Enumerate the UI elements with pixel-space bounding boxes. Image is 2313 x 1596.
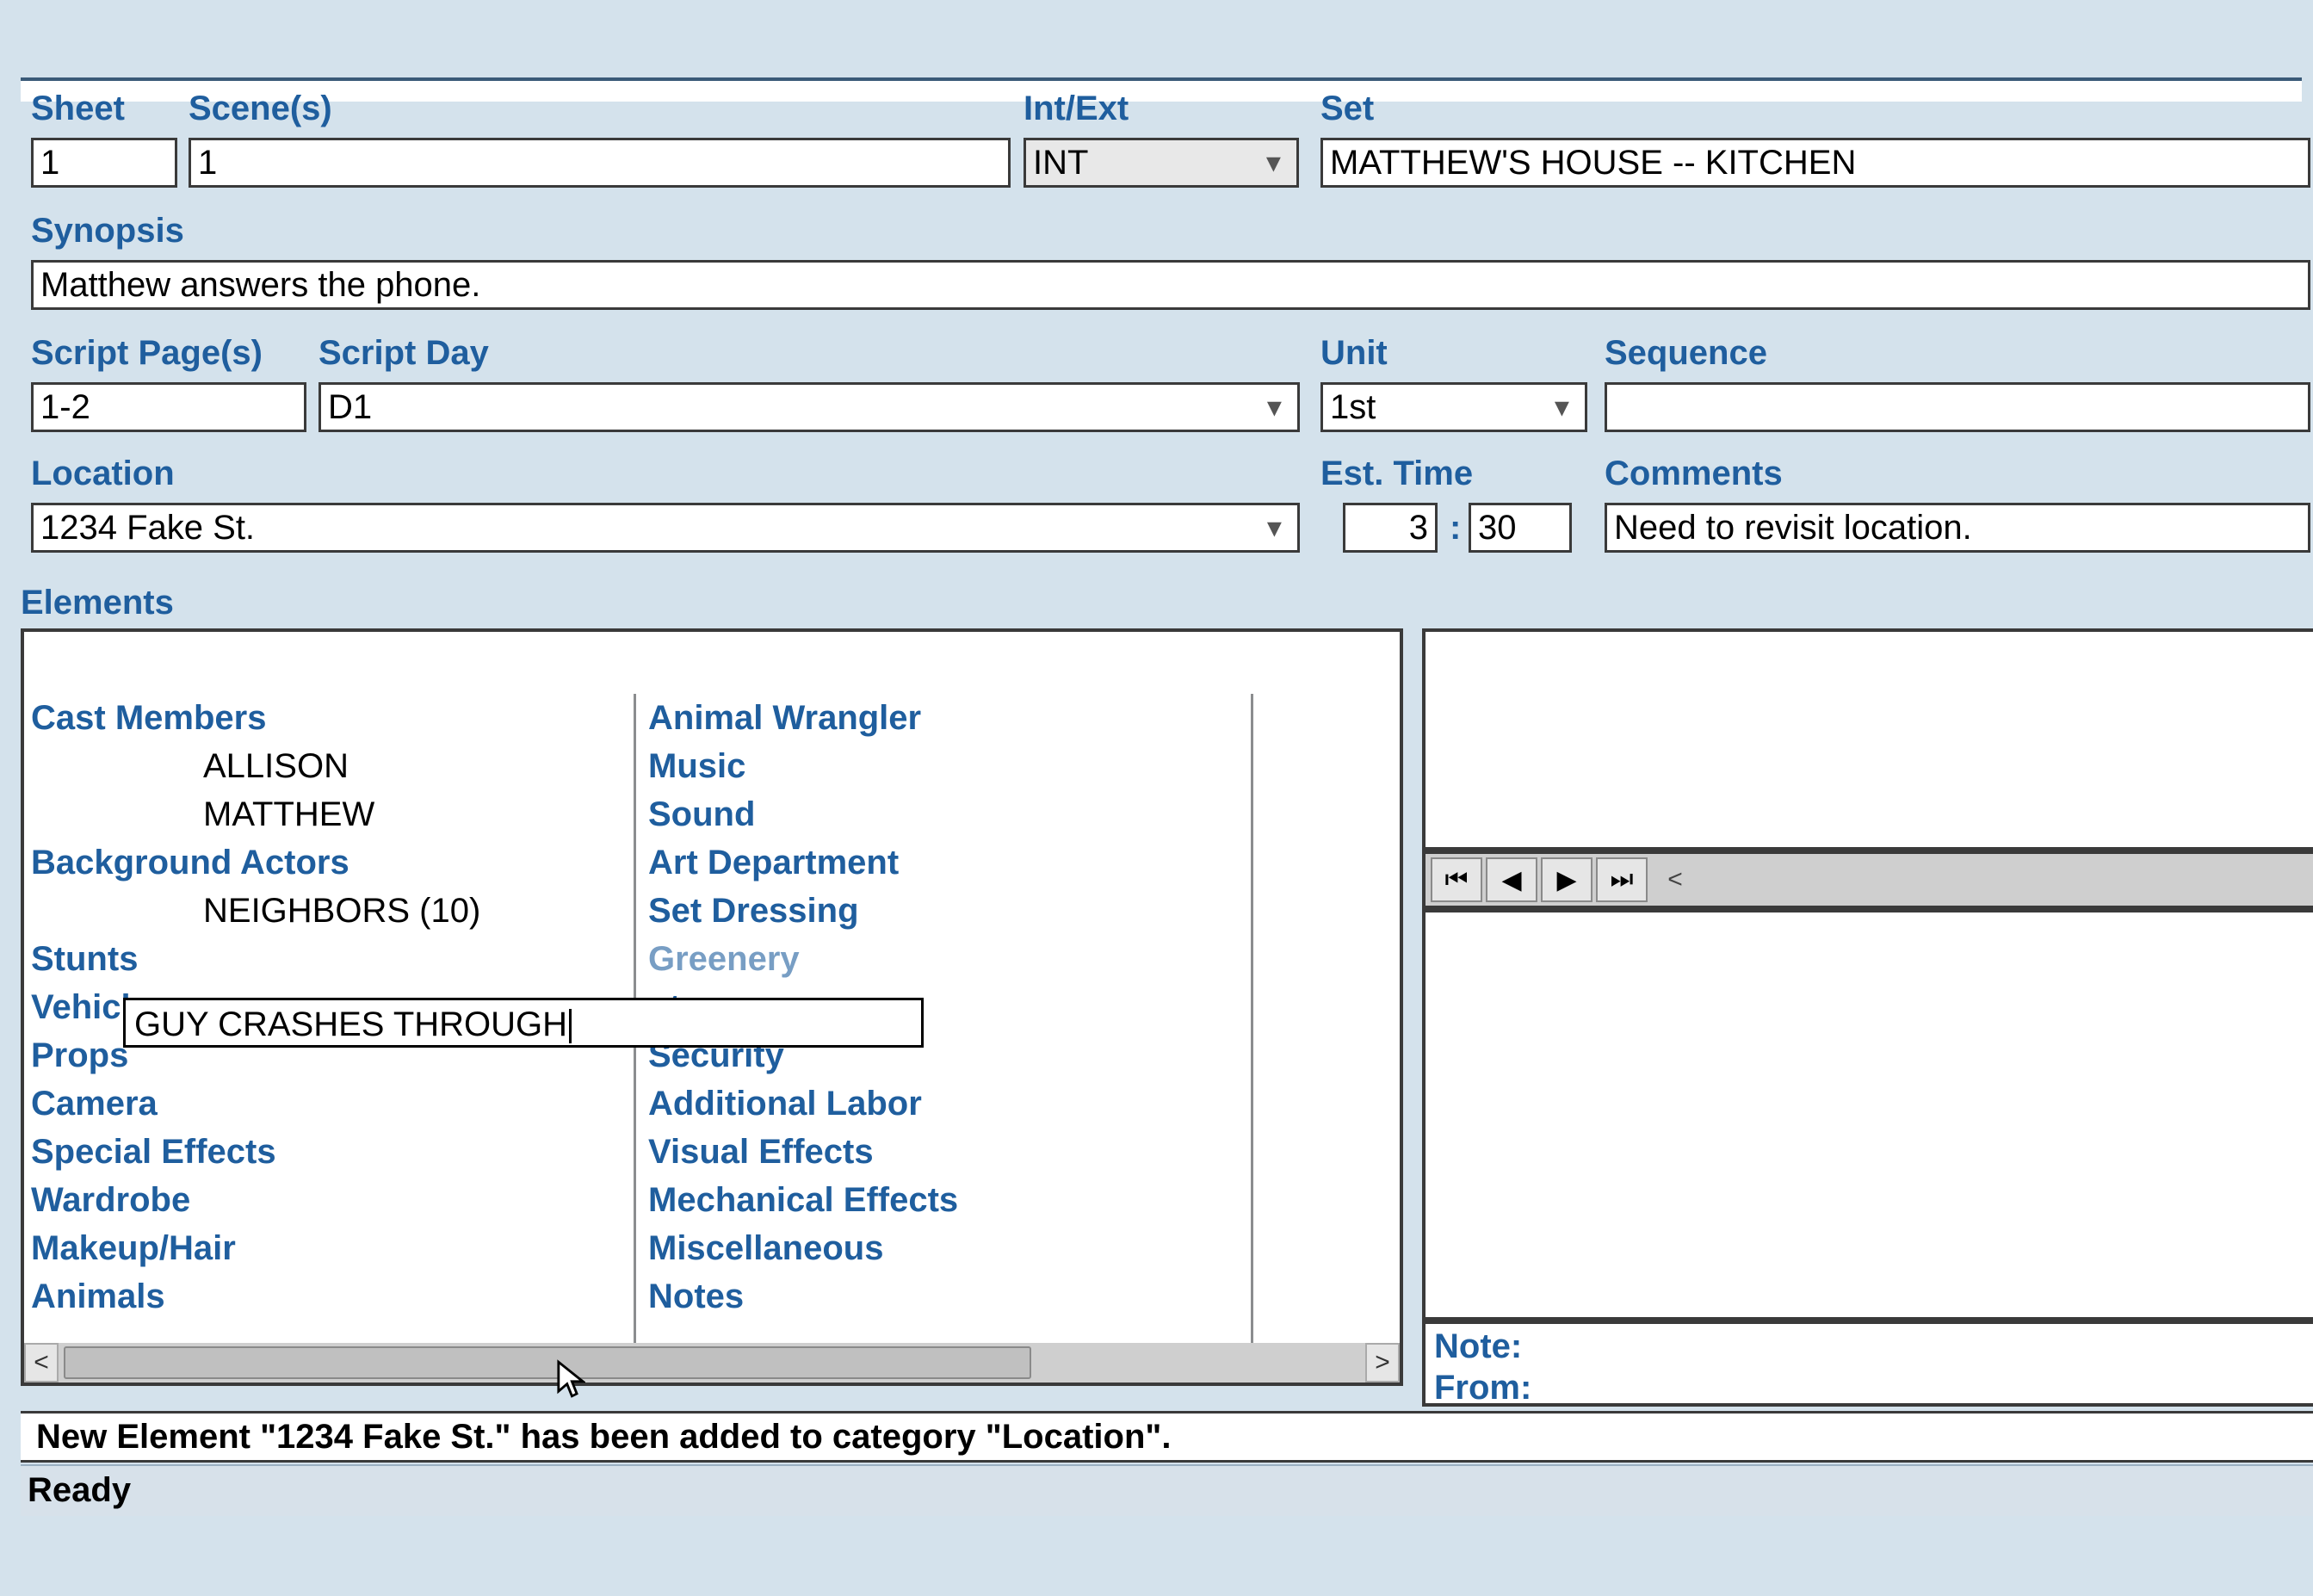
element-category[interactable]: Music: [648, 742, 1251, 790]
est-time-minutes-field[interactable]: [1469, 503, 1572, 553]
unit-value: 1st: [1330, 388, 1376, 427]
nav-first-button[interactable]: ⏮: [1431, 857, 1482, 902]
set-label: Set: [1320, 90, 1374, 128]
note-label: Note:: [1434, 1326, 2313, 1367]
location-label: Location: [31, 455, 175, 493]
element-item[interactable]: NEIGHBORS (10): [203, 887, 634, 935]
element-category[interactable]: Makeup/Hair: [31, 1224, 634, 1272]
sheet-label: Sheet: [31, 90, 125, 128]
element-category[interactable]: Camera: [31, 1079, 634, 1128]
nav-last-button[interactable]: ⏭: [1596, 857, 1648, 902]
element-inline-editor[interactable]: GUY CRASHES THROUGH: [123, 998, 924, 1048]
script-day-value: D1: [328, 388, 372, 427]
preview-nav-bar: ⏮ ◀ ▶ ⏭ <: [1422, 851, 2313, 909]
message-strip: New Element "1234 Fake St." has been add…: [21, 1411, 2313, 1463]
script-pages-field[interactable]: [31, 382, 306, 432]
chevron-down-icon: ▾: [1267, 510, 1282, 545]
scrollbar-thumb[interactable]: [64, 1346, 1031, 1379]
elements-label: Elements: [21, 584, 174, 622]
element-category[interactable]: Sound: [648, 790, 1251, 838]
scenes-label: Scene(s): [189, 90, 332, 128]
script-pages-label: Script Page(s): [31, 334, 263, 373]
scroll-right-icon[interactable]: >: [1365, 1343, 1400, 1383]
element-category[interactable]: Special Effects: [31, 1128, 634, 1176]
synopsis-field[interactable]: [31, 260, 2310, 310]
element-category[interactable]: Mechanical Effects: [648, 1176, 1251, 1224]
intext-value: INT: [1033, 144, 1088, 182]
intext-label: Int/Ext: [1024, 90, 1129, 128]
element-item[interactable]: MATTHEW: [203, 790, 634, 838]
element-category[interactable]: Cast Members: [31, 694, 634, 742]
chevron-down-icon: ▾: [1555, 390, 1569, 424]
script-day-label: Script Day: [319, 334, 489, 373]
scroll-left-icon[interactable]: <: [24, 1343, 59, 1383]
status-bar: Ready: [21, 1464, 2313, 1516]
est-time-hours-field[interactable]: [1343, 503, 1438, 553]
element-category[interactable]: Art Department: [648, 838, 1251, 887]
time-colon: :: [1450, 503, 1461, 553]
preview-panel: ⏮ ◀ ▶ ⏭ < Note: From:: [1422, 628, 2313, 1386]
sequence-label: Sequence: [1605, 334, 1767, 373]
element-category[interactable]: Animals: [31, 1272, 634, 1321]
element-category[interactable]: Miscellaneous: [648, 1224, 1251, 1272]
preview-mid-pane: [1422, 909, 2313, 1321]
location-combo[interactable]: 1234 Fake St. ▾: [31, 503, 1300, 553]
nav-collapse-button[interactable]: <: [1651, 859, 1699, 900]
elements-horizontal-scrollbar[interactable]: < >: [24, 1343, 1400, 1383]
elements-panel: Cast MembersALLISONMATTHEWBackground Act…: [21, 628, 1403, 1386]
sequence-field[interactable]: [1605, 382, 2310, 432]
intext-combo[interactable]: INT ▾: [1024, 138, 1299, 188]
from-label: From:: [1434, 1367, 2313, 1408]
comments-field[interactable]: [1605, 503, 2310, 553]
element-category[interactable]: Wardrobe: [31, 1176, 634, 1224]
chevron-down-icon: ▾: [1266, 145, 1281, 180]
preview-top-pane: [1422, 628, 2313, 851]
inline-editor-value: GUY CRASHES THROUGH: [134, 1005, 567, 1043]
element-category[interactable]: Notes: [648, 1272, 1251, 1321]
chevron-down-icon: ▾: [1267, 390, 1282, 424]
est-time-label: Est. Time: [1320, 455, 1473, 493]
note-pane: Note: From:: [1422, 1321, 2313, 1407]
element-category[interactable]: Additional Labor: [648, 1079, 1251, 1128]
unit-label: Unit: [1320, 334, 1388, 373]
element-item[interactable]: ALLISON: [203, 742, 634, 790]
nav-prev-button[interactable]: ◀: [1486, 857, 1537, 902]
sheet-field[interactable]: [31, 138, 177, 188]
element-category[interactable]: Stunts: [31, 935, 634, 983]
element-category[interactable]: Visual Effects: [648, 1128, 1251, 1176]
text-caret-icon: [569, 1009, 572, 1043]
element-category[interactable]: Set Dressing: [648, 887, 1251, 935]
unit-combo[interactable]: 1st ▾: [1320, 382, 1587, 432]
element-category[interactable]: Background Actors: [31, 838, 634, 887]
element-category[interactable]: Greenery: [648, 935, 1251, 983]
scenes-field[interactable]: [189, 138, 1011, 188]
script-day-combo[interactable]: D1 ▾: [319, 382, 1300, 432]
location-value: 1234 Fake St.: [40, 509, 255, 547]
synopsis-label: Synopsis: [31, 212, 184, 251]
set-field[interactable]: [1320, 138, 2310, 188]
element-category[interactable]: Animal Wrangler: [648, 694, 1251, 742]
nav-next-button[interactable]: ▶: [1541, 857, 1593, 902]
comments-label: Comments: [1605, 455, 1783, 493]
